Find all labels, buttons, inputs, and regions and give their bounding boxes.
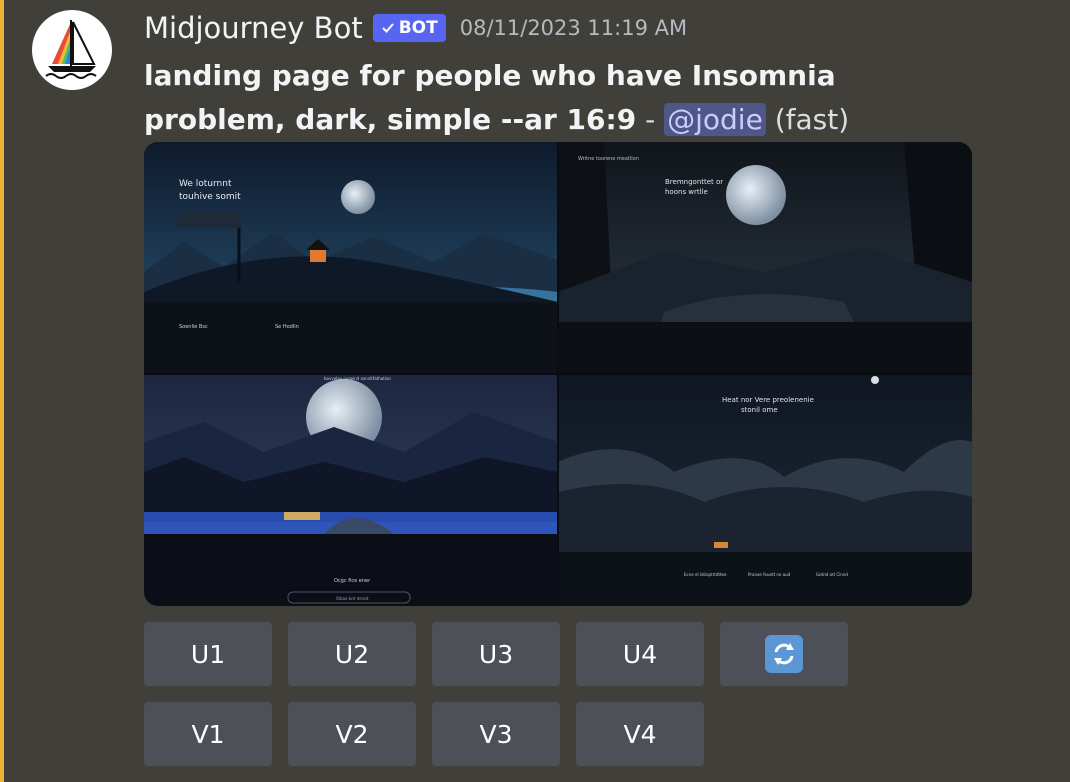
- sailboat-logo-icon: [45, 20, 97, 79]
- upscale-1-button[interactable]: U1: [144, 622, 272, 686]
- upscale-2-button[interactable]: U2: [288, 622, 416, 686]
- bot-badge: BOT: [372, 14, 446, 42]
- variation-4-button[interactable]: V4: [576, 702, 704, 766]
- panel-2-top-text: Writne toorene meatlion: [578, 156, 639, 162]
- variation-3-button[interactable]: V3: [432, 702, 560, 766]
- message-content: landing page for people who have Insomni…: [144, 54, 944, 142]
- message-timestamp: 08/11/2023 11:19 AM: [459, 16, 688, 40]
- panel-3-top-text: bovvelay ovaeind sonnitfathation: [324, 376, 391, 381]
- panel-3-label: Ocgc fice ener: [334, 578, 371, 584]
- generated-image-grid[interactable]: We loturnnt touhive somit Soenlie Bsc Se…: [144, 142, 972, 606]
- user-mention[interactable]: @jodie: [664, 103, 766, 136]
- highlight-bar: [0, 0, 4, 782]
- midjourney-avatar[interactable]: [32, 10, 112, 90]
- panel-1-section-b: Se Hodlin: [275, 324, 299, 330]
- image-panel-1[interactable]: We loturnnt touhive somit Soenlie Bsc Se…: [144, 142, 558, 374]
- panel-2-heading-1: Bremngonttet or: [665, 178, 723, 186]
- panel-2-heading-2: hoons wrtlle: [665, 188, 708, 196]
- variation-2-button[interactable]: V2: [288, 702, 416, 766]
- generation-mode: (fast): [774, 103, 850, 136]
- panel-1-section-a: Soenlie Bsc: [179, 324, 208, 330]
- image-panel-3[interactable]: bovvelay ovaeind sonnitfathation Ocgc fi…: [144, 374, 558, 606]
- variation-1-button[interactable]: V1: [144, 702, 272, 766]
- panel-4-col-3: Gotnd art Cinnd: [816, 572, 848, 577]
- separator: -: [645, 103, 656, 136]
- panel-4-col-1: Ecne el lotioptrtdttee: [684, 572, 727, 577]
- message-header: Midjourney Bot BOT 08/11/2023 11:19 AM: [144, 8, 687, 48]
- upscale-3-button[interactable]: U3: [432, 622, 560, 686]
- refresh-icon: [765, 635, 803, 673]
- panel-3-cta: Stbae bnt deroit: [336, 596, 369, 601]
- reroll-button[interactable]: [720, 622, 848, 686]
- image-panel-4[interactable]: Heat nor Vere preolenenie stonil ome Ecn…: [558, 374, 972, 606]
- panel-4-heading-2: stonil ome: [741, 406, 778, 414]
- upscale-4-button[interactable]: U4: [576, 622, 704, 686]
- author-name[interactable]: Midjourney Bot: [144, 11, 363, 45]
- panel-1-heading-2: touhive somit: [179, 192, 241, 202]
- panel-1-heading-1: We loturnnt: [179, 179, 232, 189]
- panel-4-col-2: Pranoe fouett ne aud: [748, 572, 791, 577]
- bot-badge-label: BOT: [398, 18, 438, 38]
- panel-4-heading-1: Heat nor Vere preolenenie: [722, 396, 814, 404]
- checkmark-icon: [381, 23, 394, 33]
- image-panel-2[interactable]: Writne toorene meatlion Bremngonttet or …: [558, 142, 972, 374]
